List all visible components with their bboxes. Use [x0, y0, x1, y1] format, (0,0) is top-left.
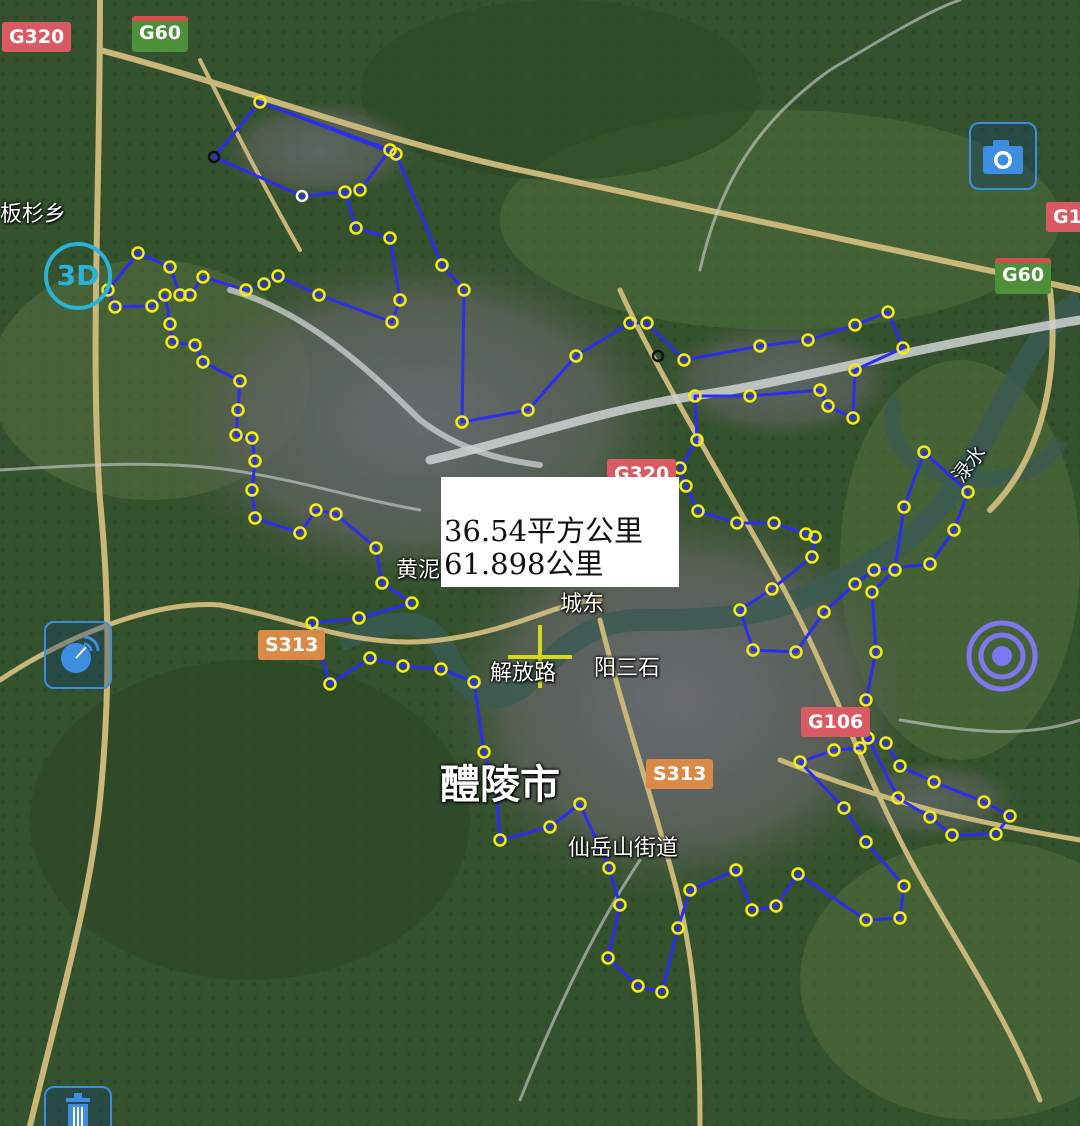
place-label: 阳三石	[594, 656, 661, 681]
perimeter-value: 61.898公里	[444, 547, 604, 581]
place-label: 解放路	[490, 661, 557, 686]
place-label: 仙岳山街道	[568, 836, 679, 861]
satellite-dish-icon	[61, 635, 100, 673]
layers-button[interactable]	[44, 621, 112, 689]
camera-button[interactable]	[969, 122, 1037, 190]
road-shield-g1: G1	[1046, 202, 1080, 232]
view-3d-button[interactable]: 3D	[44, 242, 112, 310]
road-shield-g60: G60	[995, 258, 1052, 294]
city-label: 醴陵市	[440, 762, 560, 808]
place-label: 城东	[560, 592, 605, 617]
camera-icon	[983, 140, 1023, 174]
road-shield-s313: S313	[646, 759, 714, 789]
locate-button[interactable]	[966, 620, 1038, 692]
road-shield-g106: G106	[801, 707, 871, 737]
road-shield-g60: G60	[132, 16, 189, 52]
target-icon	[966, 620, 1038, 692]
road-shield-g320: G320	[2, 22, 72, 52]
delete-button[interactable]	[44, 1086, 112, 1126]
area-value: 36.54平方公里	[444, 514, 644, 548]
trash-icon	[66, 1093, 90, 1126]
place-label: 黄泥	[396, 558, 441, 583]
measurement-result: 36.54平方公里 61.898公里	[441, 477, 679, 587]
road-shield-s313: S313	[258, 630, 326, 660]
satellite-map[interactable]: G320 G60 G60 G1 G320 S313 G106 S313 板杉乡 …	[0, 0, 1080, 1126]
place-label: 板杉乡	[0, 202, 67, 227]
